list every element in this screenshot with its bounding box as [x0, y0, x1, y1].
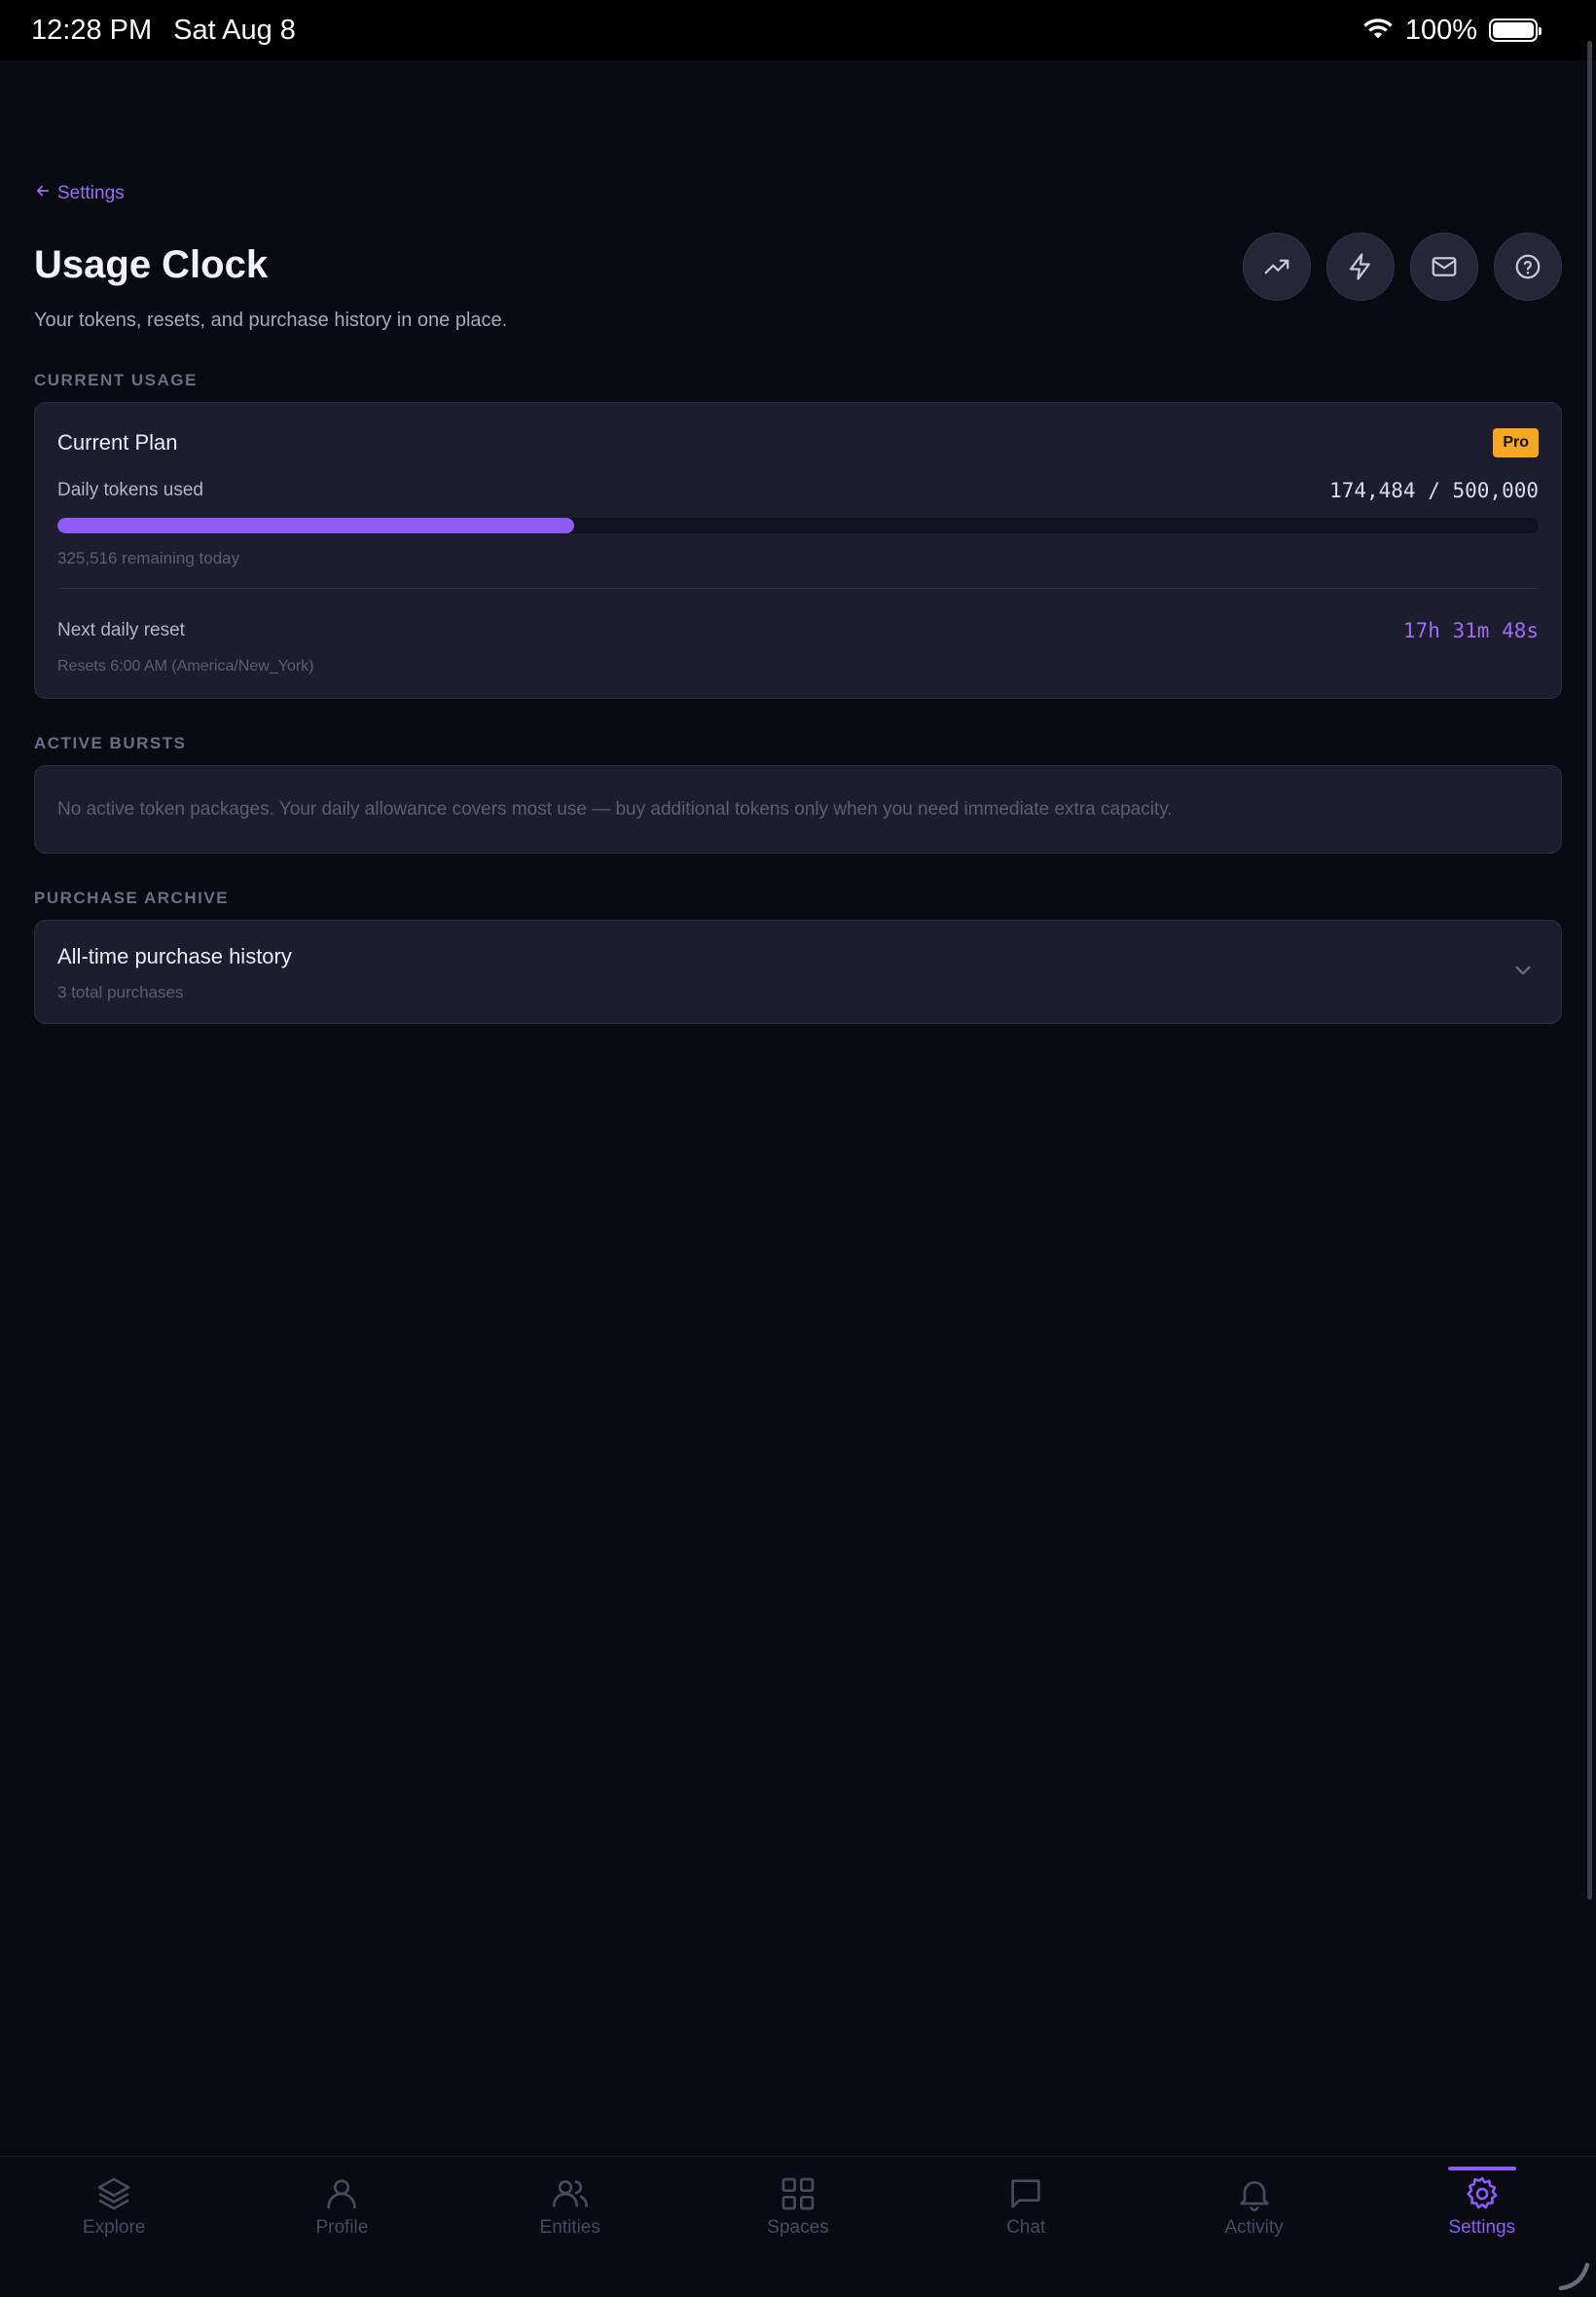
tab-entities[interactable]: Entities	[456, 2157, 684, 2297]
page-title: Usage Clock	[34, 243, 269, 286]
back-link[interactable]: Settings	[34, 182, 125, 205]
divider	[57, 588, 1539, 589]
tokens-progress-fill	[57, 518, 575, 533]
tab-label: Entities	[539, 2217, 600, 2238]
tokens-value: 174,484 / 500,000	[1329, 479, 1539, 502]
grid-icon	[781, 2177, 815, 2210]
tab-chat[interactable]: Chat	[912, 2157, 1140, 2297]
gear-icon	[1467, 2176, 1498, 2209]
purchase-count: 3 total purchases	[57, 983, 184, 1002]
purchase-history-title: All-time purchase history	[57, 944, 292, 968]
wifi-icon	[1362, 15, 1394, 47]
user-icon	[327, 2179, 357, 2208]
current-usage-card: Current Plan Pro Daily tokens used 174,4…	[34, 402, 1562, 699]
buy-tokens-button[interactable]	[1326, 233, 1395, 301]
tab-label: Chat	[1006, 2217, 1046, 2238]
tab-label: Explore	[82, 2217, 146, 2238]
header-actions	[1243, 233, 1562, 301]
lightning-icon	[1349, 253, 1370, 280]
plan-title: Current Plan	[57, 430, 178, 455]
scrollbar[interactable]	[1587, 41, 1592, 1900]
status-time: 12:28 PM	[31, 14, 153, 46]
chat-icon	[1011, 2179, 1040, 2208]
mail-icon	[1432, 257, 1457, 276]
plan-badge: Pro	[1493, 428, 1539, 457]
users-icon	[552, 2180, 588, 2207]
status-bar: 12:28 PM Sat Aug 8 100%	[0, 0, 1596, 60]
tab-label: Profile	[315, 2217, 369, 2238]
tokens-progress-bar	[57, 518, 1539, 533]
page-subtitle: Your tokens, resets, and purchase histor…	[34, 310, 508, 331]
tab-explore[interactable]: Explore	[0, 2157, 228, 2297]
tab-label: Spaces	[767, 2217, 829, 2238]
active-bursts-card: No active token packages. Your daily all…	[34, 765, 1562, 854]
reset-time-note: Resets 6:00 AM (America/New_York)	[57, 658, 314, 675]
help-icon	[1515, 254, 1541, 279]
tab-activity[interactable]: Activity	[1140, 2157, 1367, 2297]
battery-percent: 100%	[1404, 14, 1477, 46]
tokens-label: Daily tokens used	[57, 480, 203, 500]
trending-up-icon	[1264, 259, 1289, 274]
reset-countdown: 17h 31m 48s	[1402, 619, 1539, 642]
tab-spaces[interactable]: Spaces	[684, 2157, 912, 2297]
tab-profile[interactable]: Profile	[228, 2157, 455, 2297]
layers-icon	[97, 2177, 130, 2210]
tokens-remaining: 325,516 remaining today	[57, 549, 240, 567]
usage-trend-button[interactable]	[1243, 233, 1311, 301]
contact-button[interactable]	[1410, 233, 1478, 301]
tab-label: Settings	[1448, 2217, 1516, 2238]
chevron-down-icon	[1515, 966, 1531, 975]
purchase-history-accordion[interactable]: All-time purchase history 3 total purcha…	[34, 920, 1562, 1024]
help-button[interactable]	[1494, 233, 1562, 301]
status-date: Sat Aug 8	[173, 14, 296, 46]
section-label-current-usage: CURRENT USAGE	[34, 371, 198, 389]
section-label-active-bursts: ACTIVE BURSTS	[34, 734, 187, 752]
tab-bar: Explore Profile Entities Spaces Chat Act…	[0, 2156, 1596, 2297]
resize-handle-icon[interactable]	[1555, 2256, 1590, 2291]
battery-icon	[1489, 18, 1542, 42]
reset-label: Next daily reset	[57, 620, 185, 640]
active-bursts-empty-text: No active token packages. Your daily all…	[57, 798, 1173, 820]
back-link-label: Settings	[57, 183, 125, 203]
bell-icon	[1239, 2181, 1269, 2211]
tab-label: Activity	[1224, 2217, 1284, 2238]
section-label-purchase-archive: PURCHASE ARCHIVE	[34, 889, 230, 907]
arrow-left-icon	[34, 182, 52, 205]
